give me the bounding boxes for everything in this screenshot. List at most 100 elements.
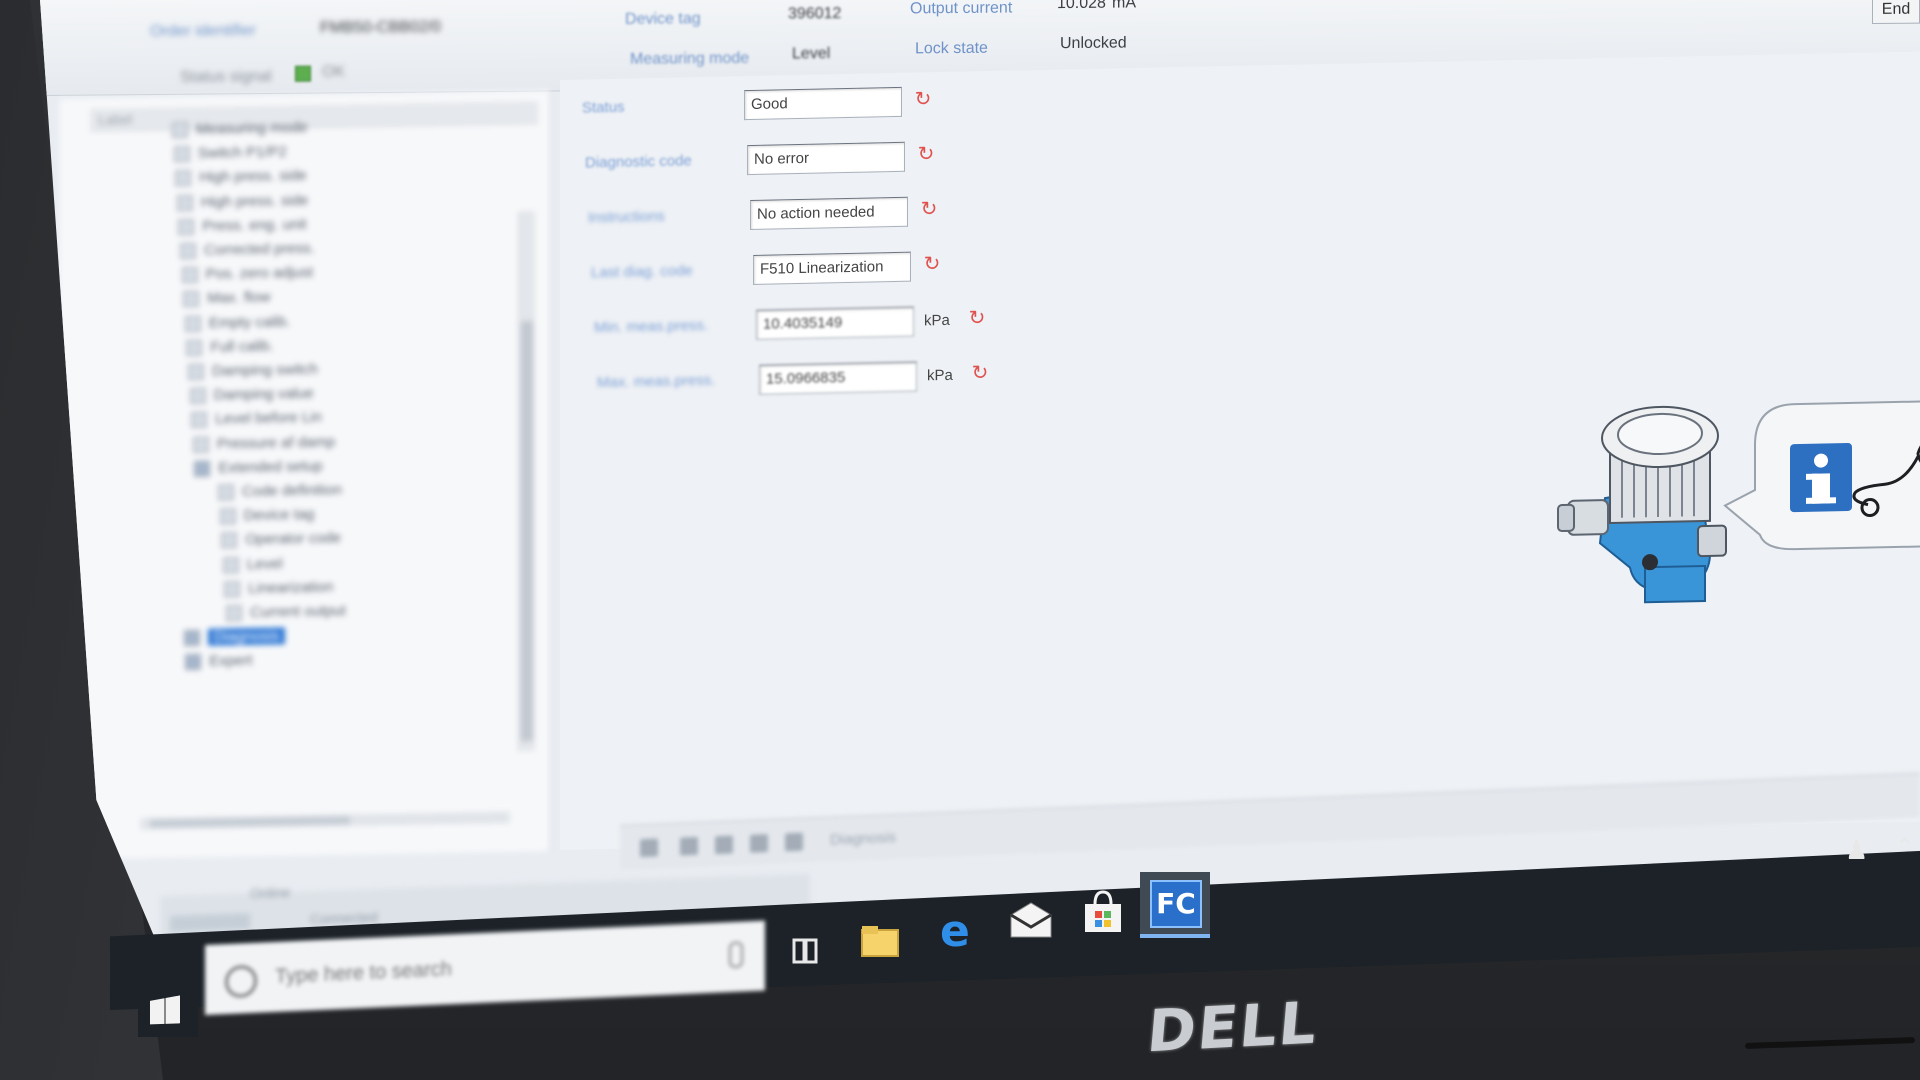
tree-item[interactable]: Switch P1/P2 — [173, 142, 287, 166]
tree-scrollbar-thumb[interactable] — [521, 321, 533, 742]
diagnosis-field-label: Min. meas.press. — [594, 316, 709, 337]
tree-item[interactable]: Pressure af damp — [192, 431, 336, 455]
tree-item[interactable]: Expert — [185, 650, 253, 673]
tree-item[interactable]: Empty calib. — [184, 311, 291, 335]
tree-node-icon — [183, 291, 200, 308]
tree-node-icon — [224, 580, 241, 598]
measuring-mode-label: Measuring mode — [630, 49, 750, 68]
tree-item-label: Level before Lin — [215, 409, 322, 428]
toolbar-lock-icon[interactable] — [785, 832, 803, 852]
refresh-icon[interactable]: ↻ — [918, 198, 940, 220]
output-current-label: Output current — [910, 0, 1013, 18]
toolbar-read-icon[interactable] — [750, 834, 768, 853]
tree-item[interactable]: High press. side — [176, 190, 309, 214]
photo-scene: Order identifier FMB50-CBB02/0 Status si… — [0, 0, 1920, 1080]
tree-item-label: Operator code — [245, 529, 342, 549]
diagnosis-field-unit: kPa — [924, 311, 950, 330]
online-label: Online — [250, 883, 291, 902]
device-tag-label: Device tag — [625, 10, 701, 28]
tree-item[interactable]: Diagnosis — [183, 626, 286, 650]
tree-item-label: Press. eng. unit — [202, 215, 307, 235]
toolbar-print-icon[interactable] — [640, 838, 658, 858]
output-current-unit: mA — [1112, 0, 1136, 12]
mail-button[interactable] — [1003, 893, 1059, 949]
tree-item[interactable]: Linearization — [224, 576, 333, 600]
task-view-button[interactable] — [778, 922, 834, 978]
diagnosis-field-label: Diagnostic code — [585, 152, 692, 172]
tree-item[interactable]: Press. eng. unit — [178, 214, 307, 238]
tree-node-icon — [181, 267, 198, 284]
tree-item-label: High press. side — [200, 191, 309, 211]
tree-node-icon — [183, 630, 200, 647]
refresh-icon[interactable]: ↻ — [912, 88, 934, 110]
diagnosis-field-value[interactable]: F510 Linearization — [753, 251, 911, 285]
tree-scrollbar[interactable] — [518, 210, 535, 752]
toolbar-edit-icon[interactable] — [680, 836, 698, 856]
microphone-icon[interactable] — [729, 941, 743, 969]
tree-item-label: Full calib. — [210, 337, 274, 356]
tree-item[interactable]: High press. side — [175, 165, 307, 189]
tree-node-icon — [218, 484, 234, 501]
folder-icon — [861, 926, 899, 957]
tree-item-label: Max. flow — [207, 289, 271, 308]
diagnosis-field-value[interactable]: No error — [747, 141, 905, 176]
diagnosis-field-value[interactable]: 10.4035149 — [756, 306, 914, 340]
tree-node-icon — [184, 315, 201, 332]
refresh-icon[interactable]: ↻ — [921, 253, 943, 275]
tree-item[interactable]: Extended setup — [194, 455, 323, 479]
tree-horizontal-scrollbar-thumb[interactable] — [150, 816, 350, 828]
tree-item-label: Diagnosis — [207, 627, 286, 646]
start-button[interactable] — [138, 985, 198, 1037]
task-view-icon — [792, 938, 818, 964]
tree-item[interactable]: Damping switch — [188, 359, 318, 383]
tree-item[interactable]: Full calib. — [186, 335, 274, 359]
tray-people-icon[interactable]: ♟ — [1845, 835, 1868, 866]
refresh-icon[interactable]: ↻ — [969, 362, 991, 384]
diagnosis-field-value[interactable]: Good — [744, 86, 902, 121]
tree-item[interactable]: Device tag — [219, 504, 315, 528]
toolbar-write-icon[interactable] — [715, 835, 733, 855]
fieldcare-app-button[interactable]: FC — [1140, 872, 1210, 938]
tree-item-label: Device tag — [243, 506, 315, 525]
tree-item-label: Level — [246, 554, 283, 573]
tree-item[interactable]: Operator code — [221, 528, 341, 552]
tree-node-icon — [172, 122, 188, 139]
dell-logo-text: DELL — [1144, 988, 1322, 1066]
tree-horizontal-scrollbar[interactable] — [140, 811, 510, 830]
lock-state-value: Unlocked — [1060, 34, 1127, 53]
tree-node-icon — [221, 532, 238, 549]
tray-show-hidden-icon[interactable]: ⌃ — [1895, 833, 1915, 862]
store-button[interactable] — [1075, 884, 1131, 940]
end-button[interactable]: End — [1872, 0, 1920, 25]
windows-logo-icon — [150, 995, 180, 1026]
file-explorer-button[interactable] — [852, 912, 908, 968]
refresh-icon[interactable]: ↻ — [915, 143, 937, 165]
tree-item[interactable]: Current output — [226, 600, 346, 624]
tree-node-icon — [185, 654, 202, 671]
tree-item-label: Corrected press. — [204, 239, 315, 259]
svg-text:e: e — [940, 906, 970, 957]
tree-item[interactable]: Code definition — [218, 479, 342, 503]
diagnosis-field-value[interactable]: 15.0966835 — [759, 361, 917, 395]
tree-node-icon — [188, 363, 204, 381]
tree-item[interactable]: Pos. zero adjust — [181, 262, 314, 286]
tree-item[interactable]: Level before Lin — [191, 407, 322, 431]
lock-state-label: Lock state — [915, 39, 988, 58]
tree-item-label: Pos. zero adjust — [205, 264, 314, 283]
refresh-icon[interactable]: ↻ — [966, 307, 988, 329]
tree-item[interactable]: Max. flow — [183, 287, 271, 311]
tree-item[interactable]: Corrected press. — [180, 238, 315, 262]
diagnosis-field-value[interactable]: No action needed — [750, 196, 908, 231]
store-bag-icon — [1085, 890, 1121, 932]
tree-item-label: Code definition — [242, 481, 343, 501]
edge-browser-button[interactable]: e — [928, 902, 984, 958]
tree-item-label: Damping switch — [212, 360, 318, 380]
diagnosis-field-label: Max. meas.press. — [597, 371, 716, 392]
tree-item[interactable]: Measuring mode — [172, 117, 308, 141]
tree-node-icon — [219, 508, 236, 525]
edge-browser-icon: e — [940, 906, 970, 957]
tree-item[interactable]: Level — [222, 553, 283, 576]
device-diagnosis-illustration — [1557, 399, 1920, 604]
tree-item[interactable]: Damping value — [189, 383, 314, 407]
tree-item-label: Pressure af damp — [216, 433, 336, 453]
